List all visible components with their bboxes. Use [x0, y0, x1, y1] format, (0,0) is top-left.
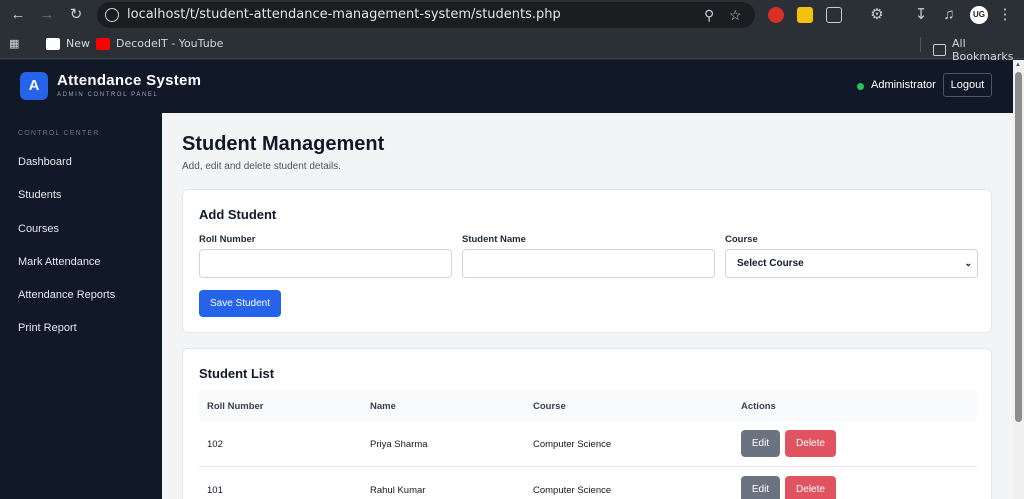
sidebar-item-dashboard[interactable]: Dashboard — [18, 156, 72, 168]
bookmark-new[interactable]: New — [46, 37, 90, 50]
forward-arrow-icon[interactable]: → — [38, 6, 56, 24]
bookmark-divider — [920, 37, 921, 52]
online-status-icon — [857, 83, 864, 90]
column-header-course: Course — [533, 401, 566, 412]
sidebar-item-students[interactable]: Students — [18, 189, 61, 201]
apps-grid-icon[interactable]: ▦ — [9, 37, 19, 50]
edit-button[interactable]: Edit — [741, 476, 780, 499]
chevron-down-icon: ⌄ — [964, 258, 972, 268]
bookmark-star-icon[interactable]: ☆ — [729, 7, 742, 24]
page-scrollbar[interactable]: ▲ — [1013, 60, 1024, 499]
app-logo: A — [20, 72, 48, 100]
cell-roll: 101 — [207, 485, 223, 496]
bookmark-favicon-icon — [46, 37, 60, 50]
main-content: Student Management Add, edit and delete … — [162, 113, 1013, 499]
cell-course: Computer Science — [533, 439, 612, 450]
extension-palette-icon[interactable] — [797, 7, 813, 23]
page-description: Add, edit and delete student details. — [182, 161, 342, 172]
extension-red-icon[interactable] — [768, 7, 784, 23]
browser-toolbar: ← → ↻ localhost/t/student-attendance-man… — [0, 0, 1024, 30]
cell-name: Priya Sharma — [370, 439, 428, 450]
course-select-value: Select Course — [737, 258, 804, 269]
youtube-icon — [96, 37, 110, 50]
delete-button[interactable]: Delete — [785, 476, 836, 499]
add-student-card: Add Student Roll Number Student Name Cou… — [182, 189, 992, 333]
student-name-label: Student Name — [462, 234, 526, 245]
column-header-actions: Actions — [741, 401, 776, 412]
media-queue-icon[interactable]: ♫ — [940, 6, 958, 24]
cell-roll: 102 — [207, 439, 223, 450]
student-list-title: Student List — [199, 366, 275, 381]
address-bar[interactable]: localhost/t/student-attendance-managemen… — [97, 2, 755, 28]
folder-icon — [933, 44, 946, 56]
labs-icon[interactable]: ⚙ — [868, 6, 886, 24]
page-title: Student Management — [182, 133, 385, 155]
edit-button[interactable]: Edit — [741, 430, 780, 457]
student-list-card: Student List Roll Number Name Course Act… — [182, 348, 992, 499]
app-header: A Attendance System ADMIN CONTROL PANEL … — [0, 60, 1013, 113]
extensions-puzzle-icon[interactable] — [826, 7, 842, 23]
logout-button[interactable]: Logout — [943, 73, 992, 97]
zoom-icon[interactable]: ⚲ — [704, 7, 714, 24]
back-arrow-icon[interactable]: ← — [9, 6, 27, 24]
app-title: Attendance System — [57, 72, 202, 89]
course-select[interactable]: Select Course ⌄ — [725, 249, 978, 278]
course-label: Course — [725, 234, 758, 245]
sidebar-heading: CONTROL CENTER — [18, 130, 100, 137]
table-row: 101 Rahul Kumar Computer Science Edit De… — [199, 467, 977, 499]
scroll-up-icon[interactable]: ▲ — [1015, 62, 1021, 68]
delete-button[interactable]: Delete — [785, 430, 836, 457]
sidebar-item-attendance-reports[interactable]: Attendance Reports — [18, 289, 115, 301]
cell-course: Computer Science — [533, 485, 612, 496]
student-name-input[interactable] — [462, 249, 715, 278]
bookmark-youtube[interactable]: DecodeIT - YouTube — [96, 37, 223, 50]
roll-number-label: Roll Number — [199, 234, 256, 245]
profile-avatar[interactable]: UG — [970, 6, 988, 24]
column-header-roll: Roll Number — [207, 401, 264, 412]
app-subtitle: ADMIN CONTROL PANEL — [57, 92, 159, 98]
roll-number-input[interactable] — [199, 249, 452, 278]
sidebar-item-print-report[interactable]: Print Report — [18, 322, 77, 334]
menu-kebab-icon[interactable]: ⋮ — [996, 6, 1014, 24]
download-icon[interactable]: ↧ — [912, 6, 930, 24]
save-student-button[interactable]: Save Student — [199, 290, 281, 317]
sidebar-item-courses[interactable]: Courses — [18, 223, 59, 235]
url-text[interactable]: localhost/t/student-attendance-managemen… — [127, 7, 561, 22]
sidebar-item-mark-attendance[interactable]: Mark Attendance — [18, 256, 101, 268]
bookmarks-bar: ▦ New DecodeIT - YouTube All Bookmarks — [0, 30, 1024, 63]
column-header-name: Name — [370, 401, 396, 412]
table-row: 102 Priya Sharma Computer Science Edit D… — [199, 421, 977, 467]
user-name: Administrator — [871, 79, 936, 91]
reload-icon[interactable]: ↻ — [67, 6, 85, 24]
cell-name: Rahul Kumar — [370, 485, 426, 496]
site-info-icon[interactable] — [105, 8, 119, 22]
add-student-title: Add Student — [199, 207, 277, 222]
scrollbar-thumb[interactable] — [1015, 72, 1022, 422]
table-header: Roll Number Name Course Actions — [199, 391, 977, 421]
sidebar: CONTROL CENTER Dashboard Students Course… — [0, 113, 162, 499]
